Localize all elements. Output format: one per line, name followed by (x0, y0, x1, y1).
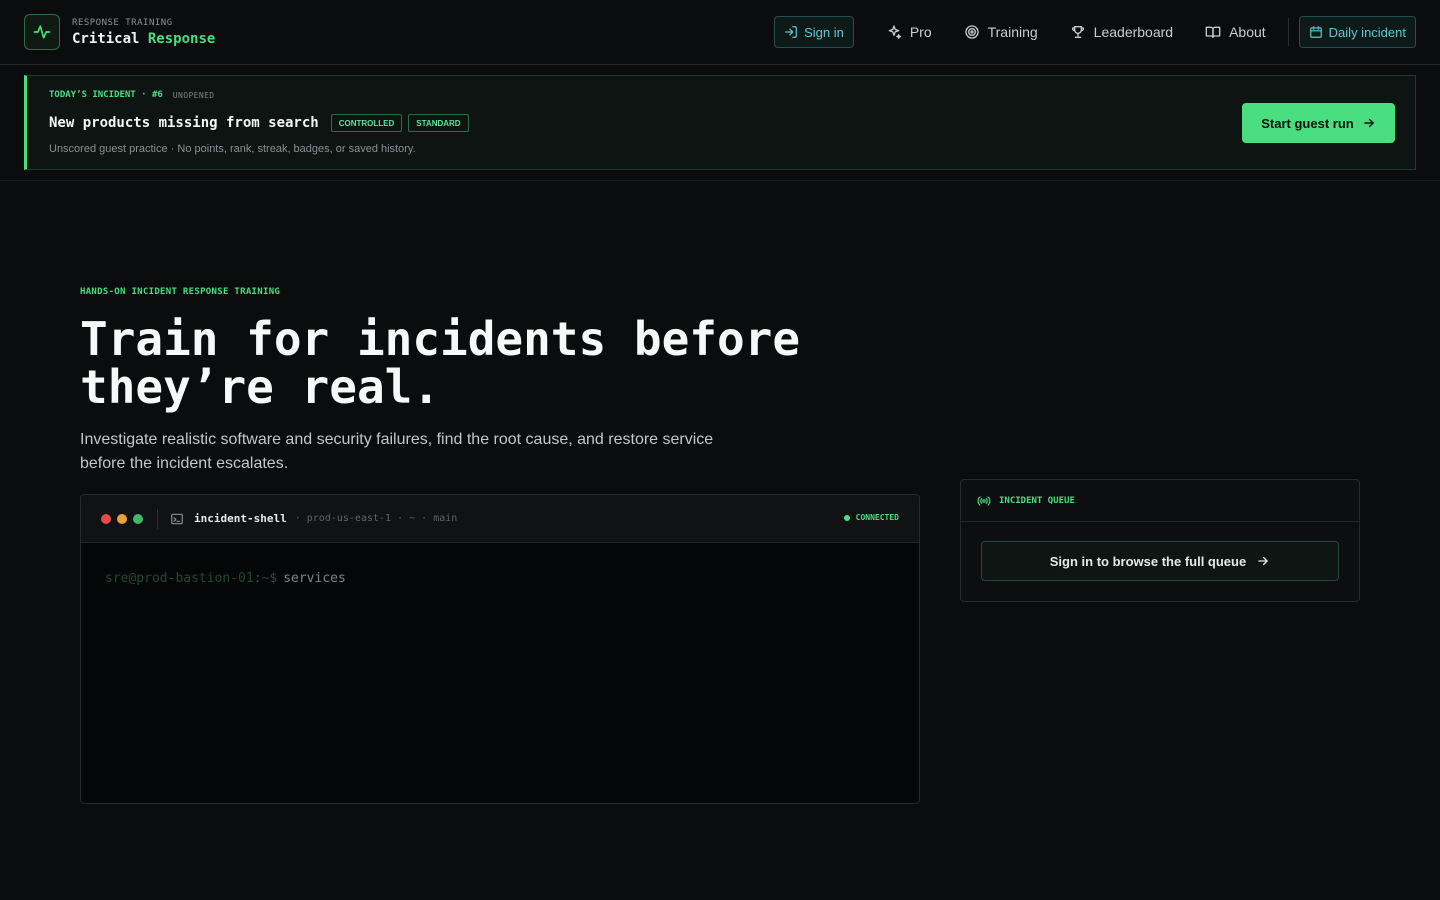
incident-tag-controlled: CONTROLLED (330, 114, 403, 132)
incident-number: TODAY’S INCIDENT · #6 (49, 90, 163, 100)
incident-queue-panel: INCIDENT QUEUE Sign in to browse the ful… (960, 479, 1360, 602)
incident-eyebrow: TODAY’S INCIDENT · #6 UNOPENED (49, 90, 215, 100)
broadcast-icon (977, 494, 991, 508)
incident-title-row: New products missing from search CONTROL… (49, 114, 469, 132)
arrow-right-icon (1256, 554, 1270, 568)
incident-description: Unscored guest practice · No points, ran… (49, 143, 416, 155)
connection-status-label: CONNECTED (855, 513, 899, 522)
nav-leaderboard-label: Leaderboard (1093, 24, 1174, 40)
brand-name-accent: Response (147, 30, 216, 47)
incident-tag-standard: STANDARD (408, 114, 469, 132)
section-divider (0, 180, 1440, 181)
prompt-user: sre@prod-bastion-01 (105, 571, 254, 586)
target-icon (964, 24, 980, 40)
nav-about[interactable]: About (1205, 24, 1266, 40)
pulse-icon (24, 14, 60, 50)
main-nav: Sign in Pro Training Leaderboard About D… (774, 16, 1416, 48)
trophy-icon (1070, 24, 1086, 40)
hero-eyebrow: HANDS-ON INCIDENT RESPONSE TRAINING (80, 287, 281, 297)
todays-incident-banner: TODAY’S INCIDENT · #6 UNOPENED New produ… (24, 75, 1416, 170)
window-close-dot (101, 513, 111, 524)
terminal-header: incident-shell · prod-us-east-1 · ~ · ma… (81, 495, 919, 543)
brand-name: Critical Response (72, 31, 215, 47)
window-maximize-dot (133, 513, 143, 524)
terminal-name: incident-shell (194, 512, 287, 525)
incident-title: New products missing from search (49, 115, 319, 131)
hero-title-line-1: Train for incidents before (80, 312, 801, 366)
browse-queue-label: Sign in to browse the full queue (1049, 553, 1247, 569)
browse-queue-button[interactable]: Sign in to browse the full queue (981, 541, 1339, 581)
nav-training[interactable]: Training (964, 24, 1038, 40)
brand-eyebrow: RESPONSE TRAINING (72, 17, 173, 28)
hero-title: Train for incidents before they’re real. (80, 315, 880, 411)
hero-subtitle: Investigate realistic software and secur… (80, 431, 714, 472)
terminal-meta: · prod-us-east-1 · ~ · main (294, 513, 458, 524)
status-dot (843, 514, 850, 521)
daily-incident-label: Daily incident (1328, 24, 1406, 40)
nav-divider (1287, 18, 1289, 46)
daily-incident-button[interactable]: Daily incident (1298, 16, 1416, 48)
top-header: RESPONSE TRAINING Critical Response Sign… (0, 0, 1440, 65)
incident-queue-header: INCIDENT QUEUE (961, 480, 1359, 522)
sign-in-icon (784, 25, 798, 39)
nav-pro-label: Pro (909, 24, 932, 40)
nav-pro[interactable]: Pro (886, 24, 932, 40)
sign-in-label: Sign in (804, 24, 844, 40)
window-minimize-dot (117, 513, 127, 524)
arrow-right-icon (1362, 116, 1376, 130)
connection-status: CONNECTED (843, 513, 899, 522)
nav-about-label: About (1229, 24, 1266, 40)
terminal-body[interactable]: sre@prod-bastion-01:~$ services (81, 543, 919, 614)
nav-training-label: Training (987, 24, 1038, 40)
incident-status: UNOPENED (172, 90, 215, 100)
brand-name-primary: Critical (72, 30, 140, 47)
hero-title-line-2: they’re real. (80, 360, 441, 414)
book-icon (1205, 24, 1221, 40)
brand[interactable]: RESPONSE TRAINING Critical Response (24, 14, 215, 50)
incident-terminal[interactable]: incident-shell · prod-us-east-1 · ~ · ma… (80, 494, 920, 804)
start-guest-run-label: Start guest run (1261, 115, 1354, 131)
sign-in-button[interactable]: Sign in (774, 16, 854, 48)
prompt-path: :~$ (253, 571, 278, 586)
terminal-command: services (283, 571, 346, 586)
calendar-icon (1309, 25, 1323, 39)
terminal-icon (170, 512, 184, 526)
terminal-header-divider (157, 508, 158, 529)
sparkles-icon (886, 24, 902, 40)
start-guest-run-button[interactable]: Start guest run (1242, 103, 1395, 143)
incident-queue-label: INCIDENT QUEUE (999, 495, 1075, 506)
nav-leaderboard[interactable]: Leaderboard (1070, 24, 1173, 40)
